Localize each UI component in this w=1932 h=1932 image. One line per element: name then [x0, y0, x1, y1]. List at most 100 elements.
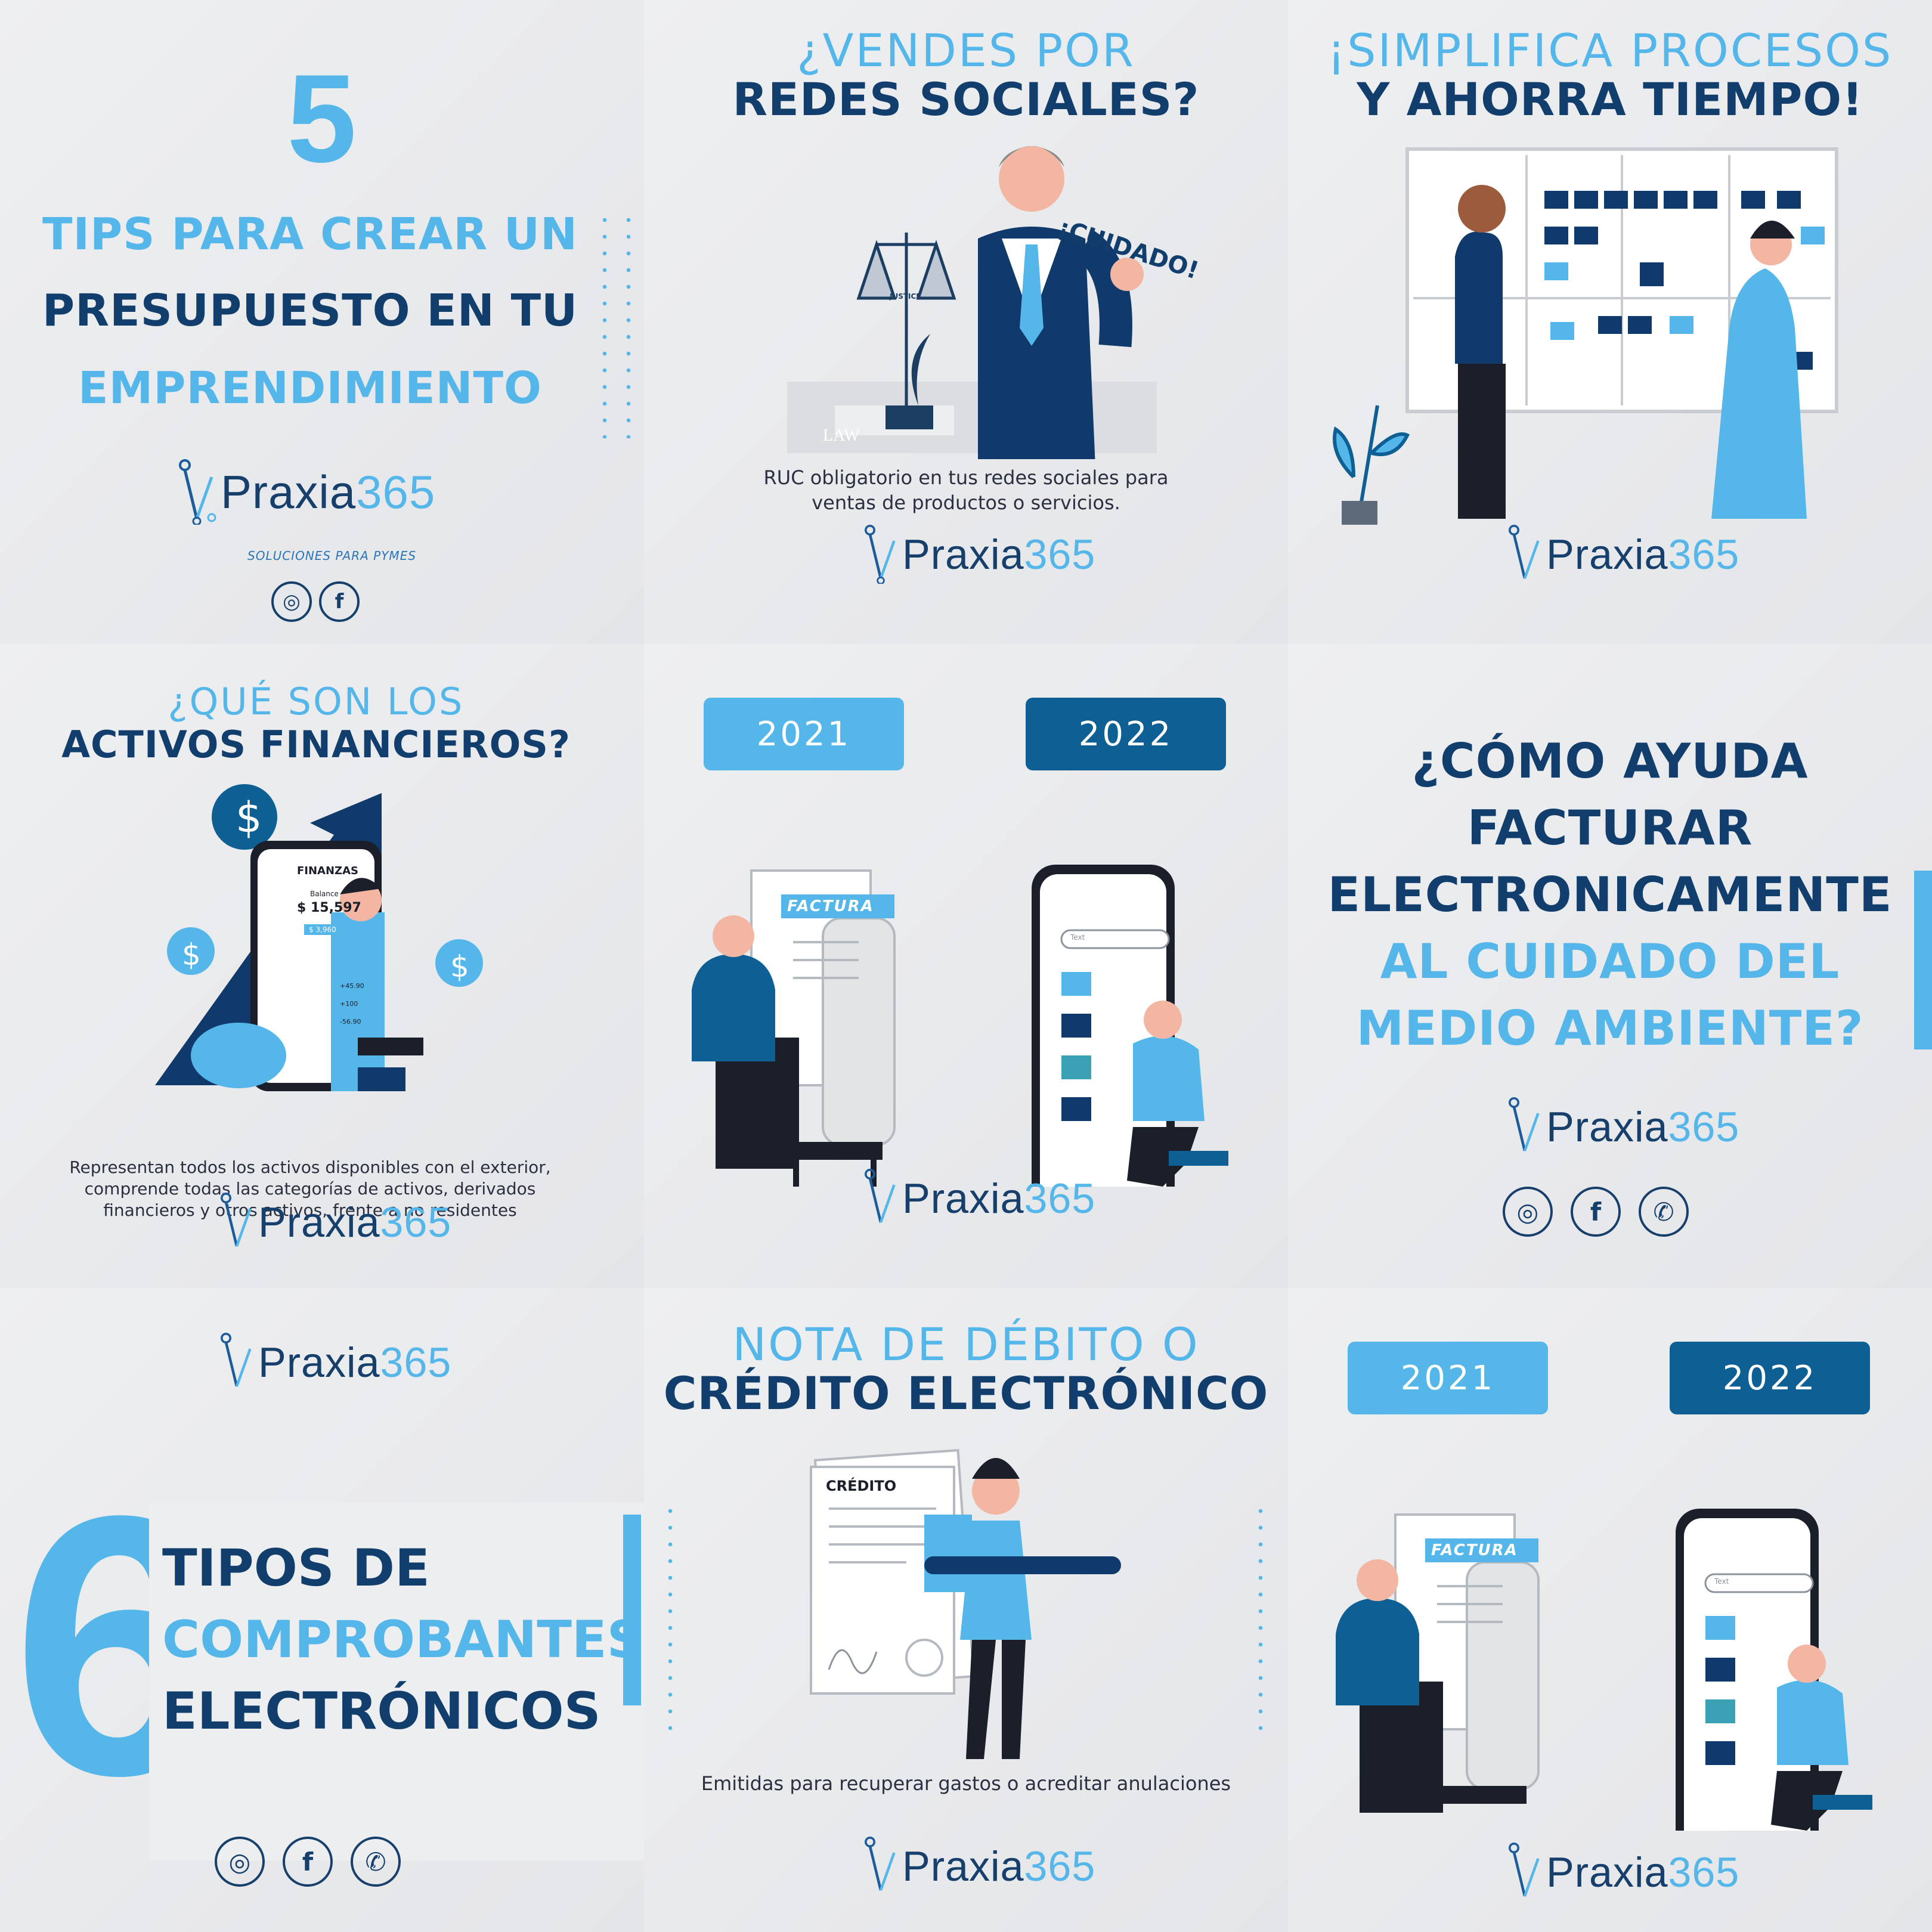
activos-title-bottom: ACTIVOS FINANCIEROS?	[61, 723, 571, 766]
brand-wordmark: Praxia365	[221, 465, 435, 519]
finance-app-title: FINANZAS	[297, 865, 358, 877]
svg-text:$: $	[450, 949, 469, 984]
brand-number: 365	[1668, 1103, 1740, 1150]
nota-title-bottom: CRÉDITO ELECTRÓNICO	[663, 1367, 1269, 1420]
nota-title-top: NOTA DE DÉBITO O	[732, 1318, 1200, 1371]
dotted-divider	[602, 212, 607, 438]
praxia-logo-mark-icon	[865, 1169, 896, 1223]
brand-name: Praxia	[1546, 1103, 1668, 1150]
accent-bar	[1914, 871, 1932, 1049]
brand-number: 365	[1668, 530, 1740, 578]
ambiente-line-3: ELECTRONICAMENTE	[1327, 867, 1893, 922]
brand-name: Praxia	[902, 1174, 1024, 1222]
tile-medio-ambiente: ¿CÓMO AYUDA FACTURAR ELECTRONICAMENTE AL…	[1288, 644, 1932, 1288]
praxia-logo-mark-icon	[179, 459, 216, 525]
brand-wordmark: Praxia365	[1546, 530, 1739, 579]
praxia-logo-mark-icon	[1509, 525, 1540, 579]
praxia-logo: Praxia365	[865, 1837, 1095, 1896]
brand-number: 365	[1024, 1174, 1096, 1222]
paper-vs-digital-illustration	[692, 865, 1228, 1187]
brand-wordmark: Praxia365	[258, 1198, 451, 1247]
social-links: ◎ f	[271, 581, 360, 622]
brand-wordmark: Praxia365	[1546, 1103, 1739, 1151]
year-2021-badge: 2021	[1348, 1342, 1548, 1414]
invoice-label: FACTURA	[787, 897, 874, 915]
tile-presupuesto-tips: 5 TIPS PARA CREAR UN PRESUPUESTO EN TU E…	[0, 0, 644, 644]
praxia-logo: Praxia365	[865, 525, 1095, 584]
collage-grid: 5 TIPS PARA CREAR UN PRESUPUESTO EN TU E…	[0, 0, 1932, 1932]
tile-factura-2021-2022: 2021 2022 FACTURA Text Praxia365	[644, 644, 1288, 1288]
year-2021-badge: 2021	[704, 698, 904, 770]
activos-caption-line-1: Representan todos los activos disponible…	[69, 1157, 551, 1177]
whatsapp-icon[interactable]: ✆	[1639, 1187, 1689, 1237]
brand-number: 365	[380, 1338, 452, 1386]
brand-tagline: SOLUCIONES PARA PYMES	[247, 549, 417, 563]
ambiente-line-4: AL CUIDADO DEL	[1380, 934, 1840, 989]
tipos-line-3: ELECTRÓNICOS	[162, 1682, 601, 1741]
redes-caption-line-2: ventas de productos o servicios.	[812, 491, 1120, 514]
whatsapp-icon[interactable]: ✆	[351, 1837, 401, 1887]
brand-number: 365	[1024, 1842, 1096, 1890]
brand-wordmark: Praxia365	[258, 1338, 451, 1387]
praxia-logo: Praxia365	[221, 1193, 451, 1252]
phone-search-placeholder: Text	[1714, 1577, 1729, 1586]
invoice-label: FACTURA	[1431, 1541, 1518, 1559]
praxia-logo: Praxia365	[865, 1169, 1095, 1228]
year-2022-badge: 2022	[1026, 698, 1226, 770]
praxia-logo-mark-icon	[1509, 1843, 1540, 1897]
kanban-board-illustration	[1333, 147, 1838, 525]
praxia-logo: Praxia365	[1509, 1843, 1739, 1902]
balance-value: $ 15,597	[297, 900, 361, 915]
facebook-icon[interactable]: f	[1571, 1187, 1621, 1237]
tips-number: 5	[287, 48, 357, 188]
redes-caption-line-1: RUC obligatorio en tus redes sociales pa…	[763, 466, 1169, 489]
brand-number: 365	[380, 1198, 452, 1246]
instagram-icon[interactable]: ◎	[1503, 1187, 1553, 1237]
finance-row-1: +45.90	[340, 982, 364, 990]
brand-name: Praxia	[258, 1338, 380, 1386]
social-links: ◎ f ✆	[215, 1837, 401, 1887]
redes-title-top: ¿VENDES POR	[797, 24, 1135, 77]
instagram-icon[interactable]: ◎	[271, 581, 312, 622]
balance-label: Balance	[310, 890, 339, 898]
brand-number: 365	[1668, 1848, 1740, 1896]
tips-line-2: PRESUPUESTO EN TU	[42, 285, 578, 336]
nota-caption-line-1: Emitidas para recuperar gastos o acredit…	[701, 1772, 1231, 1795]
tile-factura-2021-2022-repeat: 2021 2022 FACTURA Text Praxia365	[1288, 1288, 1932, 1932]
brand-number: 365	[1024, 530, 1096, 578]
tile-redes-sociales: ¿VENDES POR REDES SOCIALES? ¡CUIDADO! JU…	[644, 0, 1288, 644]
paper-vs-digital-illustration	[1336, 1509, 1872, 1831]
finance-button[interactable]: $ 3,960	[304, 924, 341, 935]
phone-search-placeholder: Text	[1070, 933, 1085, 942]
praxia-logo: Praxia365	[1509, 525, 1739, 584]
facebook-icon[interactable]: f	[319, 581, 360, 622]
brand-name: Praxia	[1546, 1848, 1668, 1896]
instagram-icon[interactable]: ◎	[215, 1837, 265, 1887]
praxia-logo-mark-icon	[221, 1193, 252, 1247]
praxia-logo-mark-icon	[221, 1333, 252, 1387]
tile-simplifica-procesos: ¡SIMPLIFICA PROCESOS Y AHORRA TIEMPO! Pr…	[1288, 0, 1932, 644]
brand-wordmark: Praxia365	[902, 1174, 1095, 1223]
tile-nota-debito-credito: NOTA DE DÉBITO O CRÉDITO ELECTRÓNICO CRÉ…	[644, 1288, 1288, 1932]
tile-activos-financieros: ¿QUÉ SON LOS ACTIVOS FINANCIEROS? $ $ $ …	[0, 644, 644, 1288]
lawyer-illustration	[787, 146, 1157, 459]
brand-wordmark: Praxia365	[1546, 1848, 1739, 1897]
praxia-logo-mark-icon	[1509, 1097, 1540, 1151]
brand-name: Praxia	[1546, 530, 1668, 578]
accent-bar	[623, 1515, 641, 1705]
tipos-line-2: COMPROBANTES	[162, 1610, 644, 1670]
svg-text:$: $	[236, 793, 262, 842]
redes-caption: RUC obligatorio en tus redes sociales pa…	[644, 465, 1288, 515]
scale-label: JUSTICE	[890, 292, 921, 301]
brand-number: 365	[356, 465, 436, 518]
brand-name: Praxia	[221, 465, 357, 518]
brand-wordmark: Praxia365	[902, 530, 1095, 579]
finance-row-3: -56.90	[340, 1018, 361, 1026]
credit-doc-label: CRÉDITO	[826, 1478, 897, 1494]
svg-text:$: $	[182, 937, 201, 972]
ambiente-line-1: ¿CÓMO AYUDA	[1411, 733, 1809, 789]
facebook-icon[interactable]: f	[283, 1837, 333, 1887]
praxia-logo-mark-icon	[865, 1837, 896, 1891]
praxia-logo-mark-icon	[865, 525, 896, 584]
activos-title-top: ¿QUÉ SON LOS	[168, 680, 465, 723]
